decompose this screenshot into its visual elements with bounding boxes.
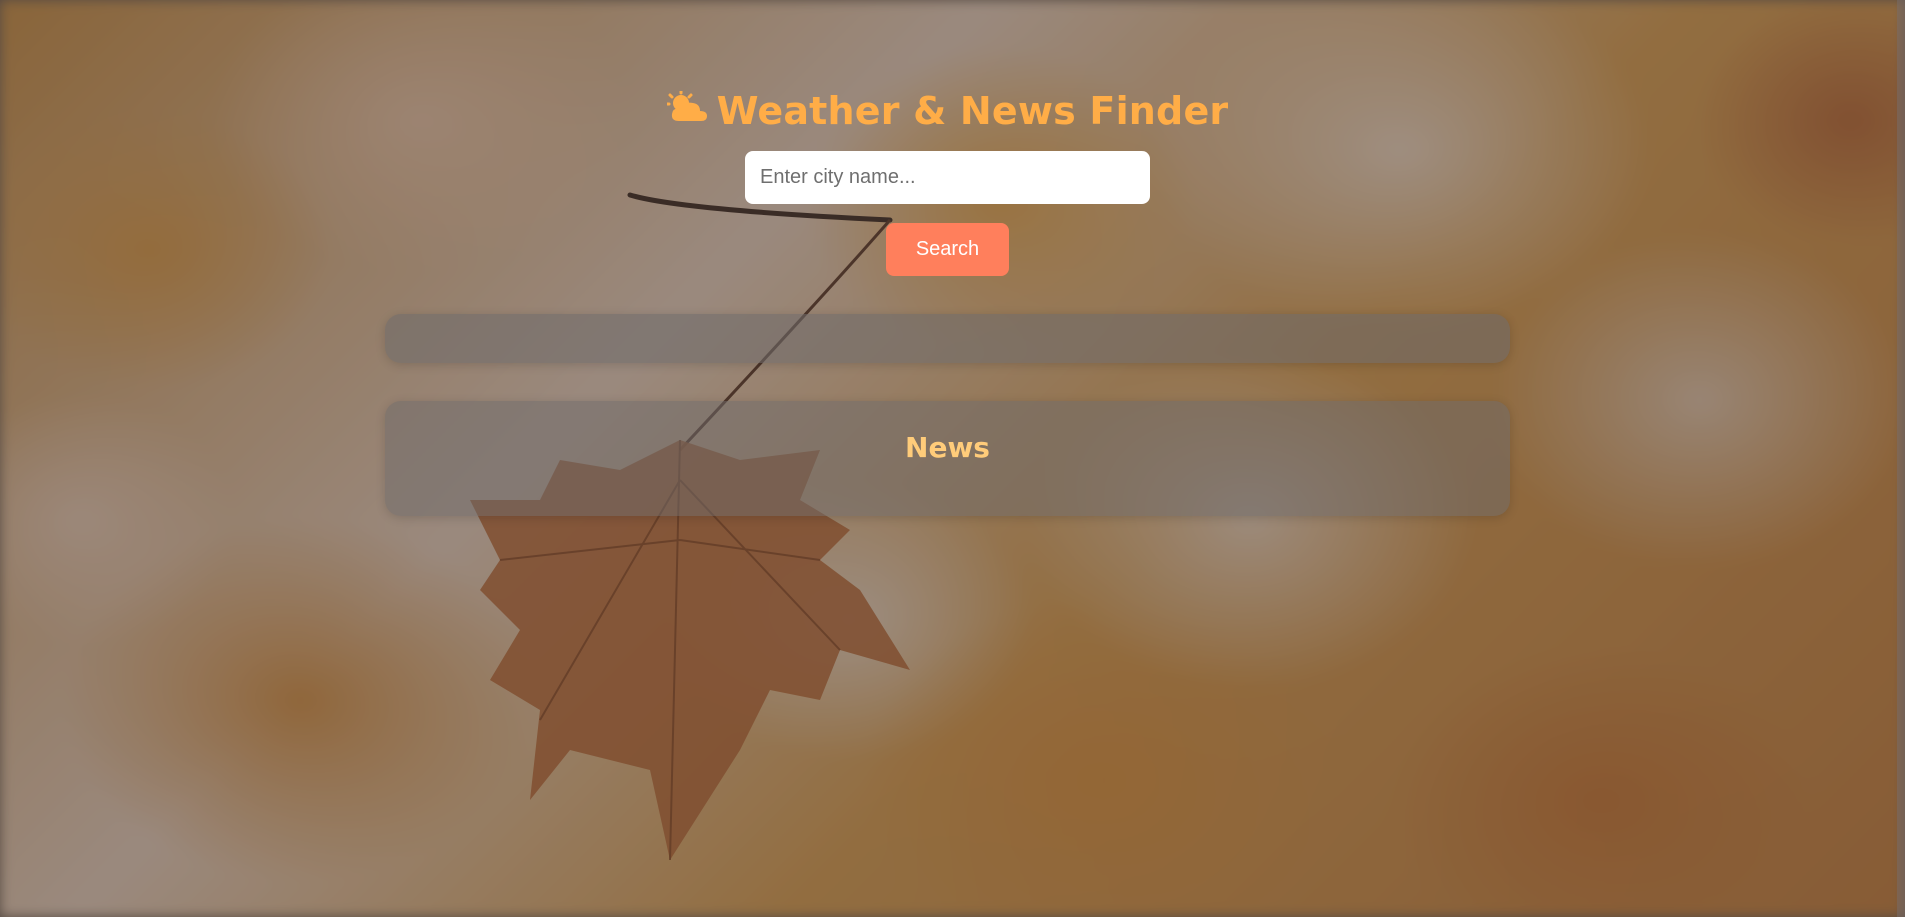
app-container: Weather & News Finder Search News (0, 0, 1905, 917)
page-scrollbar[interactable] (1897, 0, 1905, 917)
news-panel: News (385, 401, 1510, 516)
title-text: Weather & News Finder (716, 89, 1229, 134)
city-search-input[interactable] (745, 151, 1150, 204)
weather-result-panel (385, 314, 1510, 363)
sun-behind-cloud-icon (665, 88, 709, 132)
news-heading: News (905, 431, 990, 464)
search-button[interactable]: Search (886, 223, 1009, 276)
page-title: Weather & News Finder (0, 89, 1895, 136)
